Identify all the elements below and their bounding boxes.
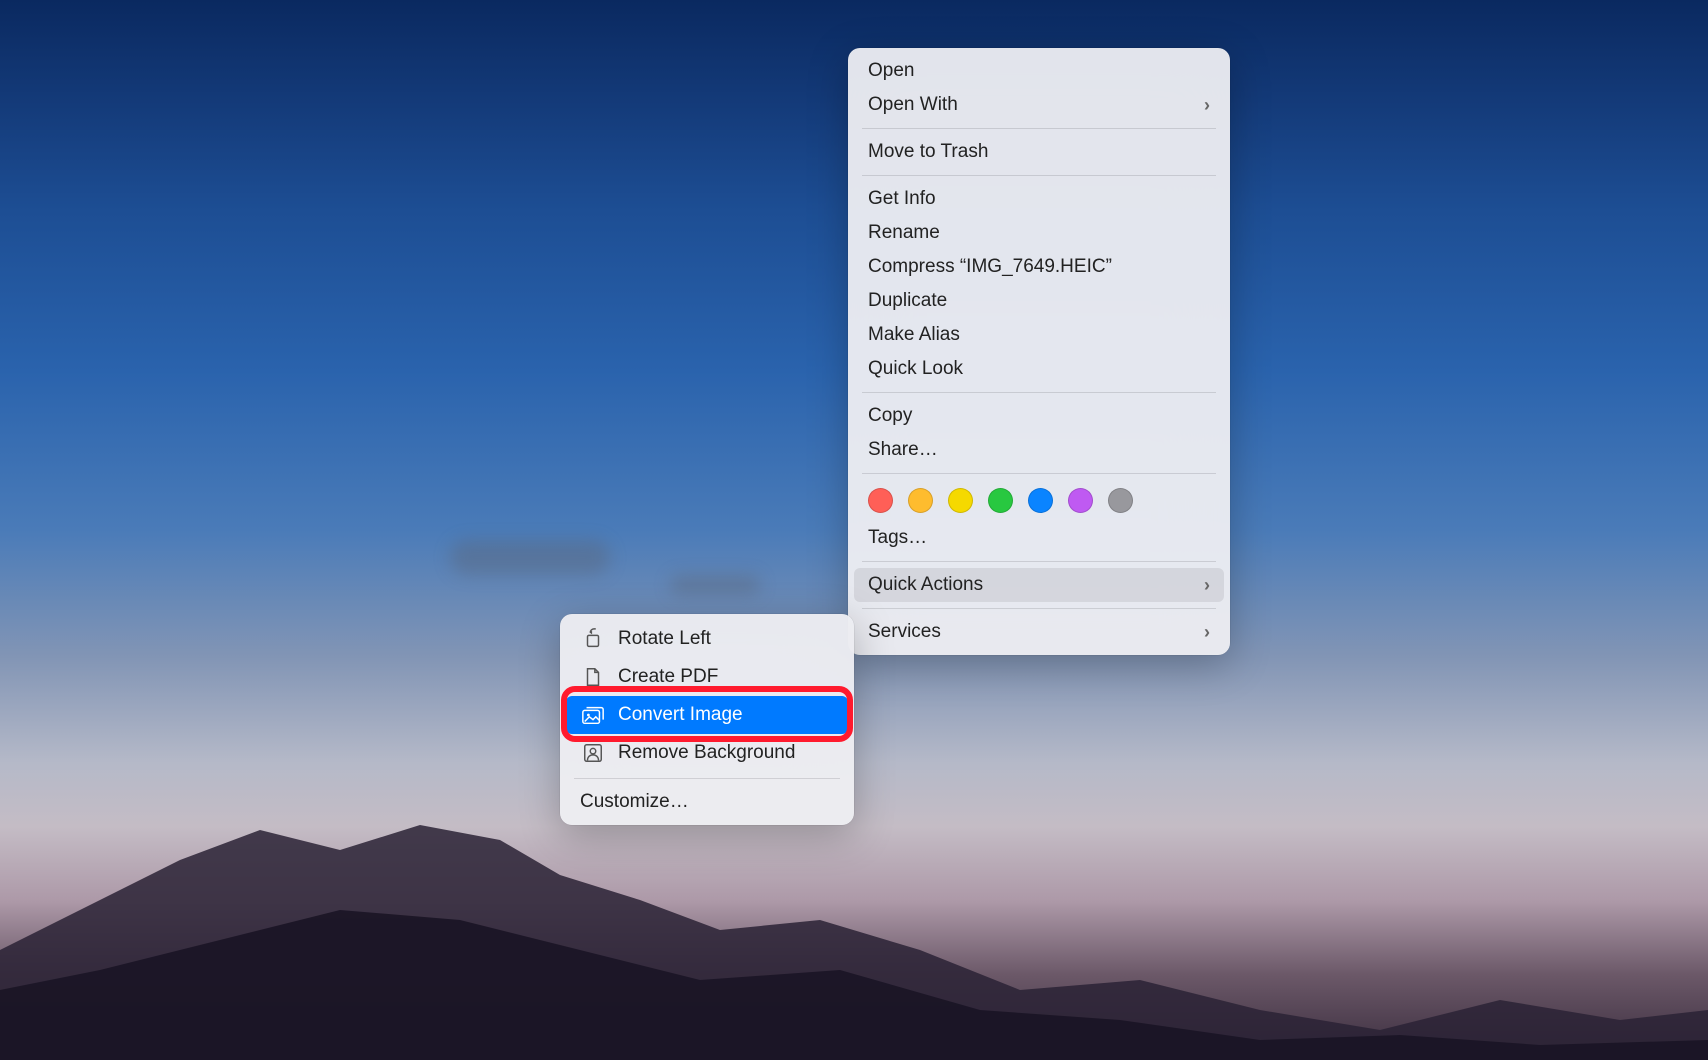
menu-item-services[interactable]: Services ›: [854, 615, 1224, 649]
menu-separator: [574, 778, 840, 779]
tag-blue[interactable]: [1028, 488, 1053, 513]
submenu-item-create-pdf[interactable]: Create PDF: [566, 658, 848, 696]
menu-separator: [862, 392, 1216, 393]
menu-label: Quick Actions: [868, 574, 983, 596]
menu-label: Quick Look: [868, 358, 963, 380]
menu-label: Duplicate: [868, 290, 947, 312]
menu-item-share[interactable]: Share…: [854, 433, 1224, 467]
menu-item-quick-look[interactable]: Quick Look: [854, 352, 1224, 386]
cloud-graphic: [670, 575, 760, 595]
menu-label: Remove Background: [618, 742, 795, 764]
menu-item-open[interactable]: Open: [854, 54, 1224, 88]
desktop-wallpaper[interactable]: Open Open With › Move to Trash Get Info …: [0, 0, 1708, 1060]
chevron-right-icon: ›: [1204, 575, 1210, 596]
menu-label: Open With: [868, 94, 958, 116]
menu-item-copy[interactable]: Copy: [854, 399, 1224, 433]
menu-separator: [862, 175, 1216, 176]
menu-separator: [862, 561, 1216, 562]
tag-orange[interactable]: [908, 488, 933, 513]
tag-color-row: [854, 480, 1224, 521]
menu-label: Make Alias: [868, 324, 960, 346]
rotate-left-icon: [580, 626, 606, 652]
menu-label: Create PDF: [618, 666, 718, 688]
menu-label: Compress “IMG_7649.HEIC”: [868, 256, 1112, 278]
menu-item-get-info[interactable]: Get Info: [854, 182, 1224, 216]
submenu-item-convert-image[interactable]: Convert Image: [566, 696, 848, 734]
chevron-right-icon: ›: [1204, 622, 1210, 643]
mountain-graphic: [0, 640, 1708, 1060]
menu-label: Share…: [868, 439, 938, 461]
cloud-graphic: [450, 540, 610, 575]
menu-label: Copy: [868, 405, 912, 427]
document-icon: [580, 664, 606, 690]
submenu-item-rotate-left[interactable]: Rotate Left: [566, 620, 848, 658]
tag-yellow[interactable]: [948, 488, 973, 513]
tag-purple[interactable]: [1068, 488, 1093, 513]
quick-actions-submenu: Rotate Left Create PDF: [560, 614, 854, 825]
menu-item-move-to-trash[interactable]: Move to Trash: [854, 135, 1224, 169]
menu-label: Customize…: [580, 791, 689, 813]
menu-separator: [862, 128, 1216, 129]
menu-label: Rotate Left: [618, 628, 711, 650]
menu-label: Open: [868, 60, 914, 82]
menu-separator: [862, 608, 1216, 609]
menu-label: Convert Image: [618, 704, 743, 726]
tag-red[interactable]: [868, 488, 893, 513]
menu-label: Get Info: [868, 188, 936, 210]
tag-green[interactable]: [988, 488, 1013, 513]
menu-label: Services: [868, 621, 941, 643]
submenu-item-remove-background[interactable]: Remove Background: [566, 734, 848, 772]
menu-label: Move to Trash: [868, 141, 988, 163]
menu-item-quick-actions[interactable]: Quick Actions ›: [854, 568, 1224, 602]
menu-item-duplicate[interactable]: Duplicate: [854, 284, 1224, 318]
menu-item-rename[interactable]: Rename: [854, 216, 1224, 250]
context-menu: Open Open With › Move to Trash Get Info …: [848, 48, 1230, 655]
tag-gray[interactable]: [1108, 488, 1133, 513]
menu-item-make-alias[interactable]: Make Alias: [854, 318, 1224, 352]
images-icon: [580, 702, 606, 728]
chevron-right-icon: ›: [1204, 95, 1210, 116]
menu-label: Rename: [868, 222, 940, 244]
menu-separator: [862, 473, 1216, 474]
person-crop-icon: [580, 740, 606, 766]
menu-item-tags[interactable]: Tags…: [854, 521, 1224, 555]
menu-item-open-with[interactable]: Open With ›: [854, 88, 1224, 122]
submenu-item-customize[interactable]: Customize…: [566, 785, 848, 819]
menu-label: Tags…: [868, 527, 927, 549]
menu-item-compress[interactable]: Compress “IMG_7649.HEIC”: [854, 250, 1224, 284]
